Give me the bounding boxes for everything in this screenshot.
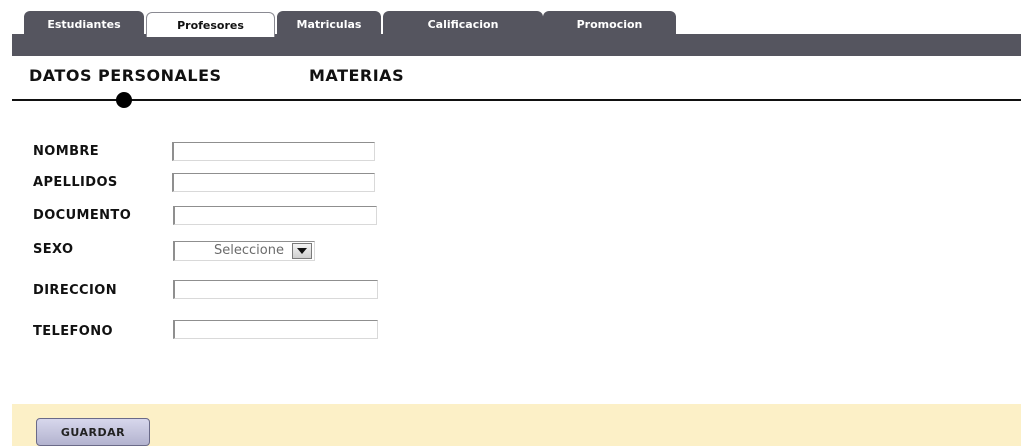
save-button[interactable]: GUARDAR	[36, 418, 150, 446]
direccion-input[interactable]	[173, 280, 378, 299]
dropdown-arrow-icon[interactable]	[292, 243, 312, 259]
apellidos-label: APELLIDOS	[33, 175, 118, 190]
telefono-input[interactable]	[173, 320, 378, 339]
tab-profesores[interactable]: Profesores	[146, 12, 275, 37]
direccion-label: DIRECCION	[33, 283, 117, 298]
tab-calificacion[interactable]: Calificacion	[383, 11, 543, 37]
nombre-label: NOMBRE	[33, 144, 100, 159]
subtab-selected-indicator	[116, 92, 132, 108]
main-tab-bar: Estudiantes Profesores Matriculas Califi…	[0, 0, 1021, 56]
tab-promocion[interactable]: Promocion	[543, 11, 676, 37]
sexo-label: SEXO	[33, 242, 74, 257]
tab-matriculas[interactable]: Matriculas	[277, 11, 381, 37]
nombre-input[interactable]	[172, 142, 375, 161]
subtab-materias[interactable]: MATERIAS	[309, 66, 404, 85]
documento-label: DOCUMENTO	[33, 208, 132, 223]
subtab-datos-personales[interactable]: DATOS PERSONALES	[29, 66, 222, 85]
apellidos-input[interactable]	[172, 173, 375, 192]
tab-bar-strip	[12, 34, 1021, 56]
tab-estudiantes[interactable]: Estudiantes	[24, 11, 144, 37]
subtab-divider	[12, 99, 1021, 101]
telefono-label: TELEFONO	[33, 324, 113, 339]
documento-input[interactable]	[173, 206, 377, 225]
sexo-selected-value: Seleccione	[214, 243, 284, 258]
sexo-select[interactable]: Seleccione	[173, 241, 315, 261]
form-footer: GUARDAR	[12, 404, 1021, 446]
